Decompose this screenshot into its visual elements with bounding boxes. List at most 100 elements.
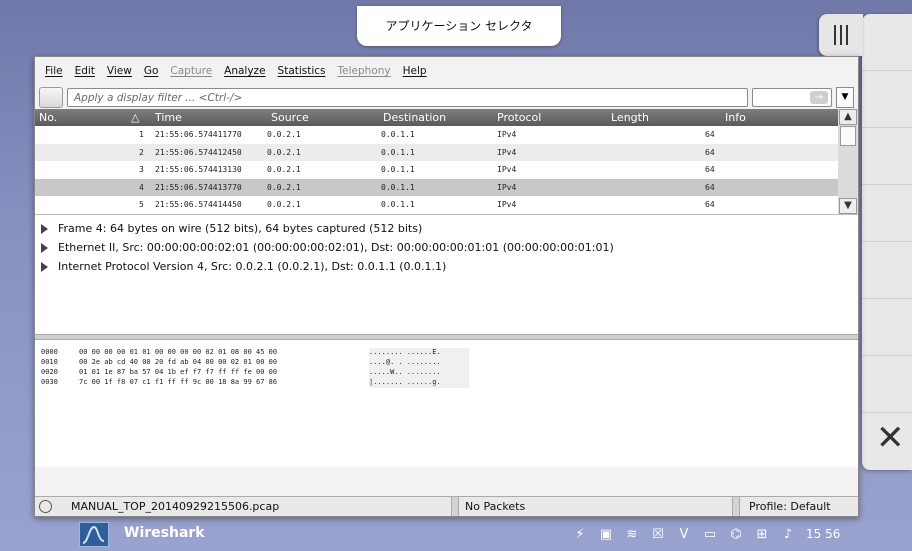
menu-view[interactable]: View xyxy=(107,65,132,77)
capture-status-icon[interactable] xyxy=(39,500,52,513)
table-row[interactable]: 2 21:55:06.574412450 0.0.2.1 0.0.1.1 IPv… xyxy=(35,143,858,162)
panel-slot[interactable] xyxy=(862,14,912,71)
col-length[interactable]: Length xyxy=(611,109,649,126)
col-time[interactable]: Time xyxy=(155,109,182,126)
packet-list-scrollbar[interactable]: ▲ ▼ xyxy=(838,109,858,214)
status-file: MANUAL_TOP_20140929215506.pcap xyxy=(71,500,280,513)
cell-no: 5 xyxy=(139,200,144,210)
panel-slot[interactable] xyxy=(862,128,912,185)
cell-no: 3 xyxy=(139,165,144,175)
col-source[interactable]: Source xyxy=(271,109,309,126)
hex-bytes[interactable]: 00 00 00 00 01 01 00 00 00 00 02 01 08 0… xyxy=(79,348,369,358)
col-info[interactable]: Info xyxy=(725,109,746,126)
cell-destination: 0.0.1.1 xyxy=(381,130,415,139)
detail-item-frame[interactable]: Frame 4: 64 bytes on wire (512 bits), 64… xyxy=(35,219,858,238)
menu-edit[interactable]: Edit xyxy=(75,65,95,77)
panel-slot[interactable] xyxy=(862,242,912,299)
app-selector-tab[interactable]: アプリケーション セレクタ xyxy=(357,6,561,46)
col-destination[interactable]: Destination xyxy=(383,109,446,126)
col-protocol[interactable]: Protocol xyxy=(497,109,541,126)
cell-protocol: IPv4 xyxy=(497,165,517,175)
table-row[interactable]: 3 21:55:06.574413130 0.0.2.1 0.0.1.1 IPv… xyxy=(35,161,858,179)
taskbar-app-name[interactable]: Wireshark xyxy=(124,525,205,541)
scroll-up-icon[interactable]: ▲ xyxy=(839,109,857,125)
hex-bytes[interactable]: 00 2e ab cd 40 00 20 fd ab 04 00 00 02 0… xyxy=(79,358,369,368)
table-row[interactable]: 1 21:55:06.574411770 0.0.2.1 0.0.1.1 IPv… xyxy=(35,126,858,144)
status-divider[interactable] xyxy=(732,497,740,516)
hex-offset: 0000 xyxy=(41,348,58,356)
cell-source: 0.0.2.1 xyxy=(267,165,301,175)
hex-bytes[interactable]: 01 01 1e 87 ba 57 04 1b ef f7 f7 ff ff f… xyxy=(79,368,369,378)
network-icon[interactable]: ⊞ xyxy=(754,526,770,542)
panel-handle[interactable] xyxy=(819,14,863,56)
menu-statistics[interactable]: Statistics xyxy=(278,65,326,77)
cell-source: 0.0.2.1 xyxy=(267,130,301,139)
volume-icon[interactable]: ♪ xyxy=(780,526,796,542)
clock: 15 56 xyxy=(806,527,841,541)
cell-no: 1 xyxy=(139,130,144,139)
chevron-down-icon[interactable]: ▼ xyxy=(836,86,854,108)
cell-length: 64 xyxy=(705,200,715,210)
filter-apply-combo[interactable]: → xyxy=(752,87,832,107)
cell-protocol: IPv4 xyxy=(497,200,517,210)
expand-arrow-icon[interactable] xyxy=(41,242,48,253)
system-tray: ⚡ ▣ ≋ ☒ V ▭ ⌬ ⊞ ♪ 15 56 xyxy=(572,526,840,542)
panel-slot[interactable] xyxy=(862,299,912,356)
cell-destination: 0.0.1.1 xyxy=(381,200,415,210)
cell-no: 2 xyxy=(139,147,144,157)
menu-capture[interactable]: Capture xyxy=(170,65,212,77)
detail-item-ipv4[interactable]: Internet Protocol Version 4, Src: 0.0.2.… xyxy=(35,257,858,276)
col-no[interactable]: No. xyxy=(39,109,57,126)
wifi-icon[interactable]: ≋ xyxy=(624,526,640,542)
menu-help[interactable]: Help xyxy=(403,65,427,77)
display-icon[interactable]: ▣ xyxy=(598,526,614,542)
cell-length: 64 xyxy=(705,130,715,139)
terminal-icon[interactable]: ▭ xyxy=(702,526,718,542)
status-packets: No Packets xyxy=(465,500,526,513)
cell-time: 21:55:06.574413130 xyxy=(155,165,242,175)
panel-slot[interactable] xyxy=(862,71,912,128)
display-filter-input[interactable]: Apply a display filter ... <Ctrl-/> xyxy=(67,87,748,107)
taskbar: Wireshark ⚡ ▣ ≋ ☒ V ▭ ⌬ ⊞ ♪ 15 56 xyxy=(0,517,912,551)
cell-time: 21:55:06.574412450 xyxy=(155,147,242,157)
panel-slot[interactable] xyxy=(862,185,912,242)
table-row-selected[interactable]: 4 21:55:06.574413770 0.0.2.1 0.0.1.1 IPv… xyxy=(35,178,858,197)
hex-ascii[interactable]: .....W.. ........ xyxy=(369,368,469,378)
arrow-right-icon[interactable]: → xyxy=(810,90,828,104)
status-bar: MANUAL_TOP_20140929215506.pcap No Packet… xyxy=(35,496,858,516)
menu-go[interactable]: Go xyxy=(144,65,159,77)
hex-ascii[interactable]: |....... ......g. xyxy=(369,378,469,388)
app-selector-title: アプリケーション セレクタ xyxy=(385,19,533,33)
power-icon[interactable]: ⚡ xyxy=(572,526,588,542)
cell-time: 21:55:06.574413770 xyxy=(155,182,242,192)
expand-arrow-icon[interactable] xyxy=(41,261,48,272)
satellite-icon[interactable]: ⌬ xyxy=(728,526,744,542)
right-side-panel xyxy=(862,14,912,470)
scroll-down-icon[interactable]: ▼ xyxy=(839,198,857,214)
hex-ascii[interactable]: ........ ......E. xyxy=(369,348,469,358)
filter-bookmark-button[interactable] xyxy=(39,86,63,108)
status-divider[interactable] xyxy=(451,497,459,516)
close-icon[interactable]: ✕ xyxy=(876,420,906,456)
network-disabled-icon[interactable]: ☒ xyxy=(650,526,666,542)
expand-arrow-icon[interactable] xyxy=(41,223,48,234)
detail-text: Ethernet II, Src: 00:00:00:00:02:01 (00:… xyxy=(58,241,614,254)
panel-slot[interactable] xyxy=(862,356,912,413)
wireshark-icon[interactable] xyxy=(79,522,109,547)
v-icon[interactable]: V xyxy=(676,526,692,542)
sort-ascending-icon: △ xyxy=(131,111,140,124)
menu-file[interactable]: File xyxy=(45,65,63,77)
menu-telephony[interactable]: Telephony xyxy=(338,65,391,77)
cell-source: 0.0.2.1 xyxy=(267,200,301,210)
hex-ascii[interactable]: ....@. . ........ xyxy=(369,358,469,368)
hex-offset: 0010 xyxy=(41,358,58,366)
scrollbar-thumb[interactable] xyxy=(840,126,856,146)
status-profile[interactable]: Profile: Default xyxy=(749,497,831,516)
packet-list-header: No. △ Time Source Destination Protocol L… xyxy=(35,109,858,126)
table-row[interactable]: 5 21:55:06.574414450 0.0.2.1 0.0.1.1 IPv… xyxy=(35,196,858,214)
cell-destination: 0.0.1.1 xyxy=(381,165,415,175)
hex-bytes[interactable]: 7c 00 1f f8 07 c1 f1 ff ff 9c 00 18 8a 9… xyxy=(79,378,369,388)
menu-analyze[interactable]: Analyze xyxy=(224,65,265,77)
detail-item-ethernet[interactable]: Ethernet II, Src: 00:00:00:00:02:01 (00:… xyxy=(35,238,858,257)
cell-time: 21:55:06.574411770 xyxy=(155,130,242,139)
